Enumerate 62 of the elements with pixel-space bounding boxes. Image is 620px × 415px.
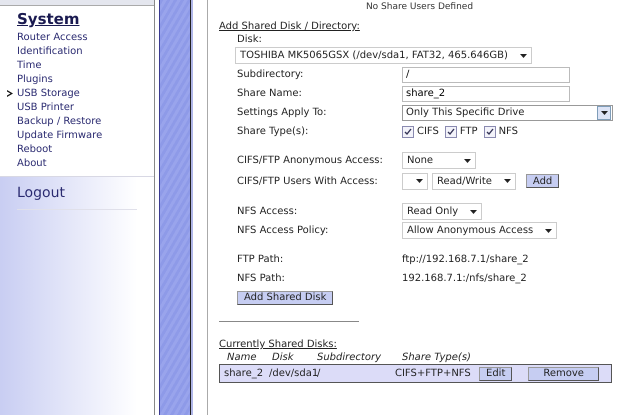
- field-label: NFS Path:: [237, 273, 286, 284]
- column-header: Share Type(s): [402, 352, 472, 362]
- nav-link[interactable]: Plugins: [0, 72, 154, 86]
- field-label: NFS Access:: [237, 206, 298, 217]
- text-input[interactable]: /: [402, 66, 570, 82]
- field-label: Subdirectory:: [237, 69, 304, 80]
- column-header: Name: [227, 352, 258, 362]
- section-title: System: [17, 10, 80, 28]
- caret-icon: [504, 179, 511, 183]
- dropdown[interactable]: Read/Write: [432, 172, 516, 190]
- nav-link[interactable]: About: [0, 156, 154, 170]
- checkbox-label: NFS: [498, 126, 518, 137]
- user-dropdown[interactable]: [402, 172, 428, 190]
- section-heading: Currently Shared Disks:: [219, 339, 338, 350]
- nav-link[interactable]: Router Access: [0, 30, 154, 44]
- path-value: ftp://192.168.7.1/share_2: [402, 254, 529, 265]
- checkbox[interactable]: [444, 126, 457, 138]
- dropdown[interactable]: None: [402, 152, 476, 169]
- checkbox[interactable]: [484, 126, 496, 138]
- nav-link[interactable]: Update Firmware: [0, 128, 154, 142]
- checkbox-label: FTP: [460, 126, 478, 137]
- nav-link[interactable]: USB Storage: [0, 86, 154, 100]
- checkbox-label: CIFS: [417, 126, 439, 137]
- caret-icon: [470, 210, 478, 214]
- edit-button[interactable]: Edit: [479, 366, 512, 380]
- nav-link[interactable]: USB Printer: [0, 100, 154, 114]
- column-header: Subdirectory: [317, 352, 382, 362]
- dropdown[interactable]: Read Only: [402, 203, 482, 220]
- field-label: Share Type(s):: [237, 126, 310, 137]
- path-value: 192.168.7.1:/nfs/share_2: [402, 273, 527, 284]
- nav-link[interactable]: Reboot: [0, 142, 154, 156]
- caret-icon: [416, 179, 423, 183]
- caret-icon: [464, 158, 471, 162]
- field-label: Share Name:: [237, 88, 303, 99]
- field-label: Disk:: [237, 34, 262, 44]
- field-label: CIFS/FTP Anonymous Access:: [237, 155, 384, 166]
- caret-icon: [545, 228, 552, 232]
- table-cell: /dev/sda1: [269, 368, 317, 379]
- nav-link[interactable]: Identification: [0, 44, 154, 58]
- add-shared-disk-button[interactable]: Add Shared Disk: [237, 290, 334, 304]
- notice-text: No Share Users Defined: [366, 1, 474, 13]
- field-label: NFS Access Policy:: [237, 225, 330, 236]
- nav-link[interactable]: Backup / Restore: [0, 114, 154, 128]
- text-input[interactable]: share_2: [402, 86, 570, 102]
- table-cell-text: /: [317, 368, 322, 379]
- add-button[interactable]: Add: [526, 174, 560, 188]
- field-label: FTP Path:: [237, 254, 284, 265]
- remove-button[interactable]: Remove: [528, 366, 599, 380]
- dropdown[interactable]: TOSHIBA MK5065GSX (/dev/sda1, FAT32, 465.646GB): [235, 47, 532, 64]
- field-label: CIFS/FTP Users With Access:: [237, 176, 379, 186]
- dropdown[interactable]: Only This Specific Drive: [402, 104, 613, 120]
- field-label: Settings Apply To:: [237, 107, 328, 118]
- section-heading: Add Shared Disk / Directory:: [219, 21, 361, 32]
- caret-icon: [600, 110, 608, 114]
- caret-icon: [520, 54, 527, 58]
- nav-link[interactable]: Time: [0, 58, 154, 72]
- logout-link[interactable]: Logout: [17, 185, 137, 210]
- table-cell-text: CIFS+FTP+NFS: [395, 368, 472, 379]
- table-cell-text: share_2: [224, 368, 264, 379]
- checkbox[interactable]: [402, 126, 414, 138]
- column-header: Disk: [272, 352, 295, 362]
- dropdown[interactable]: Allow Anonymous Access: [402, 222, 558, 239]
